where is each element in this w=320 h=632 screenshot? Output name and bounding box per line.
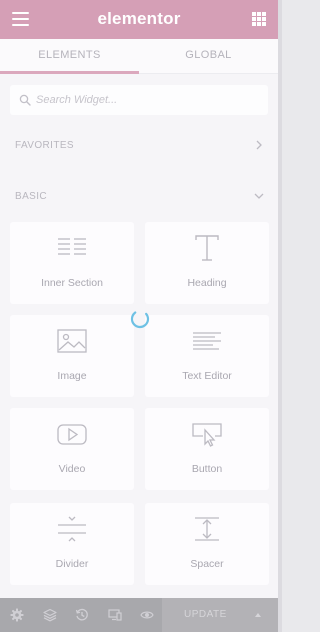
- chevron-down-icon: [254, 193, 264, 199]
- widget-label: Divider: [55, 558, 89, 570]
- inner-section-icon: [58, 238, 86, 255]
- widget-image[interactable]: Image: [10, 315, 134, 397]
- panel-footer: UPDATE: [0, 598, 278, 632]
- button-icon: [192, 423, 222, 447]
- divider-icon: [58, 516, 86, 542]
- grid-icon[interactable]: [252, 12, 266, 26]
- widget-label: Video: [58, 463, 86, 475]
- text-editor-icon: [193, 332, 221, 350]
- preview-icon[interactable]: [140, 608, 154, 622]
- widget-label: Button: [191, 463, 223, 475]
- section-basic[interactable]: BASIC: [0, 187, 278, 207]
- tab-elements[interactable]: ELEMENTS: [0, 39, 139, 74]
- spacer-icon: [195, 517, 219, 541]
- widget-heading[interactable]: Heading: [145, 222, 269, 304]
- history-icon[interactable]: [75, 608, 89, 622]
- scrollbar[interactable]: [278, 0, 282, 632]
- widget-label: Image: [57, 370, 87, 382]
- search-input[interactable]: [36, 85, 256, 115]
- widget-label: Inner Section: [41, 277, 103, 289]
- widget-button[interactable]: Button: [145, 408, 269, 490]
- widget-label: Spacer: [190, 558, 224, 570]
- loading-spinner-icon: [130, 309, 150, 329]
- elementor-panel: elementor ELEMENTS GLOBAL FAVORITES BASI…: [0, 0, 278, 632]
- widget-label: Heading: [187, 277, 227, 289]
- heading-icon: [195, 235, 219, 261]
- search-box: [10, 85, 268, 115]
- navigator-icon[interactable]: [43, 608, 57, 622]
- panel-tabs: ELEMENTS GLOBAL: [0, 39, 278, 74]
- video-icon: [57, 424, 87, 445]
- panel-header: elementor: [0, 0, 278, 39]
- widget-video[interactable]: Video: [10, 408, 134, 490]
- section-favorites-label: FAVORITES: [15, 140, 74, 151]
- settings-icon[interactable]: [10, 608, 24, 622]
- update-button[interactable]: UPDATE: [162, 598, 278, 632]
- widget-label: Text Editor: [182, 370, 232, 382]
- responsive-icon[interactable]: [108, 608, 122, 622]
- widget-divider[interactable]: Divider: [10, 503, 134, 585]
- caret-up-icon[interactable]: [254, 611, 262, 619]
- update-label: UPDATE: [184, 609, 227, 620]
- widget-inner-section[interactable]: Inner Section: [10, 222, 134, 304]
- image-icon: [57, 329, 87, 353]
- widget-spacer[interactable]: Spacer: [145, 503, 269, 585]
- chevron-right-icon: [256, 140, 262, 150]
- section-basic-label: BASIC: [15, 191, 48, 202]
- elementor-logo: elementor: [97, 9, 181, 28]
- tab-global[interactable]: GLOBAL: [139, 39, 278, 74]
- widget-text-editor[interactable]: Text Editor: [145, 315, 269, 397]
- section-favorites[interactable]: FAVORITES: [0, 136, 278, 156]
- search-icon: [19, 94, 31, 106]
